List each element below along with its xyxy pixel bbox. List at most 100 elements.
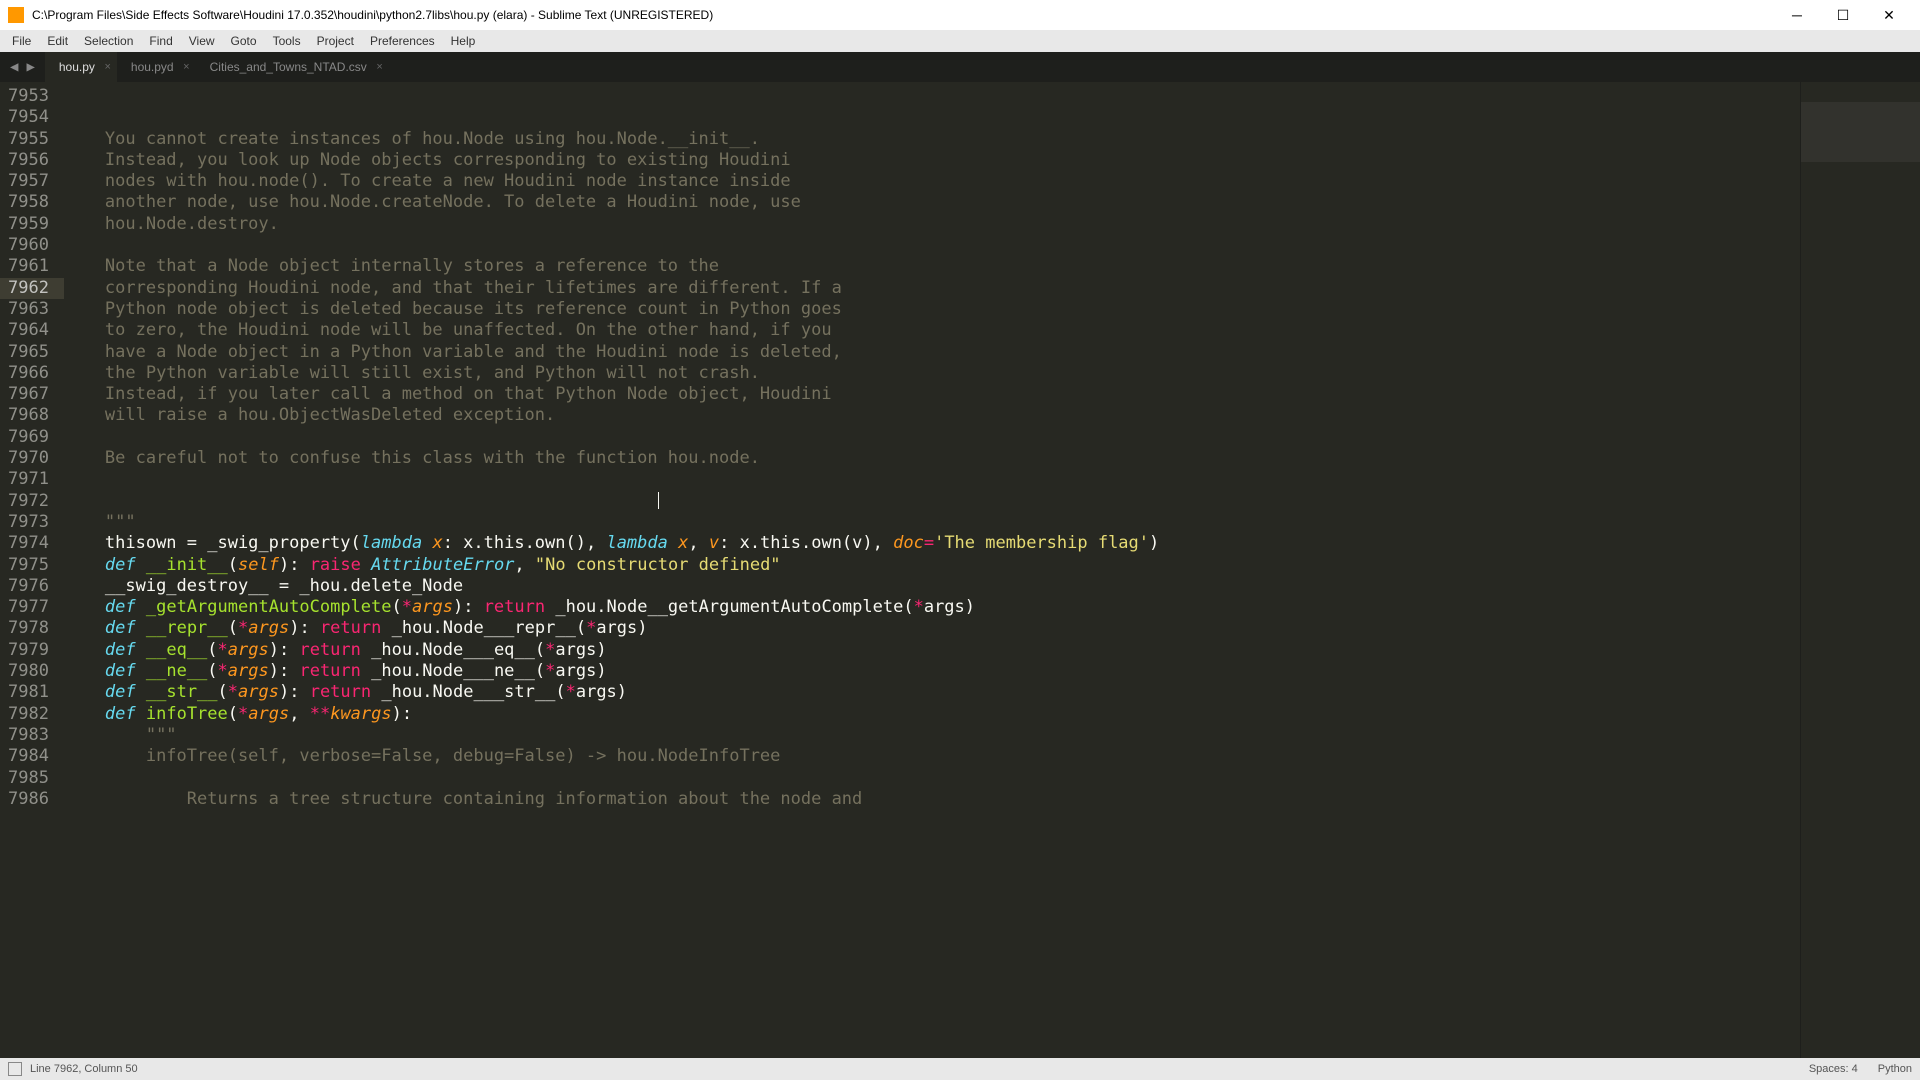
line-number[interactable]: 7979 — [8, 640, 49, 661]
menu-project[interactable]: Project — [309, 32, 362, 50]
code-line[interactable]: thisown = _swig_property(lambda x: x.thi… — [64, 533, 1800, 554]
line-number[interactable]: 7984 — [8, 746, 49, 767]
line-number[interactable]: 7963 — [8, 299, 49, 320]
menu-edit[interactable]: Edit — [39, 32, 76, 50]
menu-view[interactable]: View — [181, 32, 223, 50]
line-number[interactable]: 7965 — [8, 342, 49, 363]
code-line[interactable]: another node, use hou.Node.createNode. T… — [64, 192, 1800, 213]
line-number[interactable]: 7982 — [8, 704, 49, 725]
titlebar: C:\Program Files\Side Effects Software\H… — [0, 0, 1920, 30]
code-line[interactable] — [64, 469, 1800, 490]
line-number[interactable]: 7983 — [8, 725, 49, 746]
line-number[interactable]: 7973 — [8, 512, 49, 533]
code-line[interactable]: def __eq__(*args): return _hou.Node___eq… — [64, 640, 1800, 661]
code-line[interactable]: infoTree(self, verbose=False, debug=Fals… — [64, 746, 1800, 767]
line-number[interactable]: 7969 — [8, 427, 49, 448]
line-number[interactable]: 7970 — [8, 448, 49, 469]
line-number[interactable]: 7985 — [8, 768, 49, 789]
code-line[interactable] — [64, 491, 1800, 512]
window-title: C:\Program Files\Side Effects Software\H… — [32, 8, 1774, 22]
code-line[interactable]: nodes with hou.node(). To create a new H… — [64, 171, 1800, 192]
line-number[interactable]: 7956 — [8, 150, 49, 171]
indent-setting[interactable]: Spaces: 4 — [1809, 1063, 1858, 1075]
code-line[interactable] — [64, 768, 1800, 789]
line-number-gutter[interactable]: 7953795479557956795779587959796079617962… — [0, 82, 64, 1058]
line-number[interactable]: 7954 — [8, 107, 49, 128]
line-number[interactable]: 7986 — [8, 789, 49, 810]
code-line[interactable]: def __str__(*args): return _hou.Node___s… — [64, 682, 1800, 703]
tab-close-icon[interactable]: × — [104, 61, 110, 73]
menu-help[interactable]: Help — [443, 32, 484, 50]
code-line[interactable]: """ — [64, 725, 1800, 746]
code-line[interactable]: the Python variable will still exist, an… — [64, 363, 1800, 384]
statusbar: Line 7962, Column 50 Spaces: 4 Python — [0, 1058, 1920, 1080]
tab-nav-forward-icon[interactable]: ▶ — [22, 59, 38, 75]
tab-close-icon[interactable]: × — [183, 61, 189, 73]
line-number[interactable]: 7966 — [8, 363, 49, 384]
line-number[interactable]: 7953 — [8, 86, 49, 107]
line-number[interactable]: 7981 — [8, 682, 49, 703]
menu-preferences[interactable]: Preferences — [362, 32, 443, 50]
code-line[interactable]: def __repr__(*args): return _hou.Node___… — [64, 618, 1800, 639]
tab-cities-csv[interactable]: Cities_and_Towns_NTAD.csv × — [196, 52, 389, 82]
code-line[interactable]: def __init__(self): raise AttributeError… — [64, 555, 1800, 576]
code-line[interactable] — [64, 86, 1800, 107]
status-panel-icon[interactable] — [8, 1062, 22, 1076]
line-number[interactable]: 7961 — [8, 256, 49, 277]
syntax-setting[interactable]: Python — [1878, 1063, 1912, 1075]
maximize-button[interactable]: ☐ — [1820, 0, 1866, 30]
line-number[interactable]: 7958 — [8, 192, 49, 213]
line-number[interactable]: 7971 — [8, 469, 49, 490]
code-line[interactable]: def infoTree(*args, **kwargs): — [64, 704, 1800, 725]
menu-find[interactable]: Find — [141, 32, 180, 50]
menu-tools[interactable]: Tools — [265, 32, 309, 50]
code-line[interactable]: Note that a Node object internally store… — [64, 256, 1800, 277]
line-number[interactable]: 7962 — [0, 278, 64, 299]
line-number[interactable]: 7955 — [8, 129, 49, 150]
tab-nav-back-icon[interactable]: ◀ — [6, 59, 22, 75]
line-number[interactable]: 7977 — [8, 597, 49, 618]
close-button[interactable]: ✕ — [1866, 0, 1912, 30]
tab-close-icon[interactable]: × — [376, 61, 382, 73]
code-line[interactable]: have a Node object in a Python variable … — [64, 342, 1800, 363]
line-number[interactable]: 7960 — [8, 235, 49, 256]
line-number[interactable]: 7964 — [8, 320, 49, 341]
code-line[interactable] — [64, 235, 1800, 256]
code-line[interactable]: You cannot create instances of hou.Node … — [64, 129, 1800, 150]
line-number[interactable]: 7957 — [8, 171, 49, 192]
code-line[interactable]: def __ne__(*args): return _hou.Node___ne… — [64, 661, 1800, 682]
code-line[interactable] — [64, 107, 1800, 128]
code-line[interactable]: Be careful not to confuse this class wit… — [64, 448, 1800, 469]
line-number[interactable]: 7968 — [8, 405, 49, 426]
code-line[interactable]: will raise a hou.ObjectWasDeleted except… — [64, 405, 1800, 426]
line-number[interactable]: 7974 — [8, 533, 49, 554]
code-line[interactable]: def _getArgumentAutoComplete(*args): ret… — [64, 597, 1800, 618]
minimap[interactable] — [1800, 82, 1920, 1058]
code-line[interactable]: Returns a tree structure containing info… — [64, 789, 1800, 810]
code-line[interactable]: Instead, if you later call a method on t… — [64, 384, 1800, 405]
code-line[interactable]: corresponding Houdini node, and that the… — [64, 278, 1800, 299]
code-line[interactable]: Python node object is deleted because it… — [64, 299, 1800, 320]
menu-selection[interactable]: Selection — [76, 32, 141, 50]
code-line[interactable]: """ — [64, 512, 1800, 533]
line-number[interactable]: 7967 — [8, 384, 49, 405]
minimize-button[interactable]: ─ — [1774, 0, 1820, 30]
code-line[interactable] — [64, 427, 1800, 448]
code-editor[interactable]: You cannot create instances of hou.Node … — [64, 82, 1800, 1058]
code-line[interactable]: hou.Node.destroy. — [64, 214, 1800, 235]
code-line[interactable]: to zero, the Houdini node will be unaffe… — [64, 320, 1800, 341]
line-number[interactable]: 7976 — [8, 576, 49, 597]
line-number[interactable]: 7980 — [8, 661, 49, 682]
tab-hou-py[interactable]: hou.py × — [45, 52, 117, 82]
menu-goto[interactable]: Goto — [223, 32, 265, 50]
code-line[interactable]: __swig_destroy__ = _hou.delete_Node — [64, 576, 1800, 597]
code-line[interactable]: Instead, you look up Node objects corres… — [64, 150, 1800, 171]
line-number[interactable]: 7972 — [8, 491, 49, 512]
minimap-viewport[interactable] — [1801, 102, 1920, 162]
tab-hou-pyd[interactable]: hou.pyd × — [117, 52, 196, 82]
line-number[interactable]: 7975 — [8, 555, 49, 576]
cursor-position[interactable]: Line 7962, Column 50 — [30, 1063, 138, 1075]
line-number[interactable]: 7959 — [8, 214, 49, 235]
line-number[interactable]: 7978 — [8, 618, 49, 639]
menu-file[interactable]: File — [4, 32, 39, 50]
